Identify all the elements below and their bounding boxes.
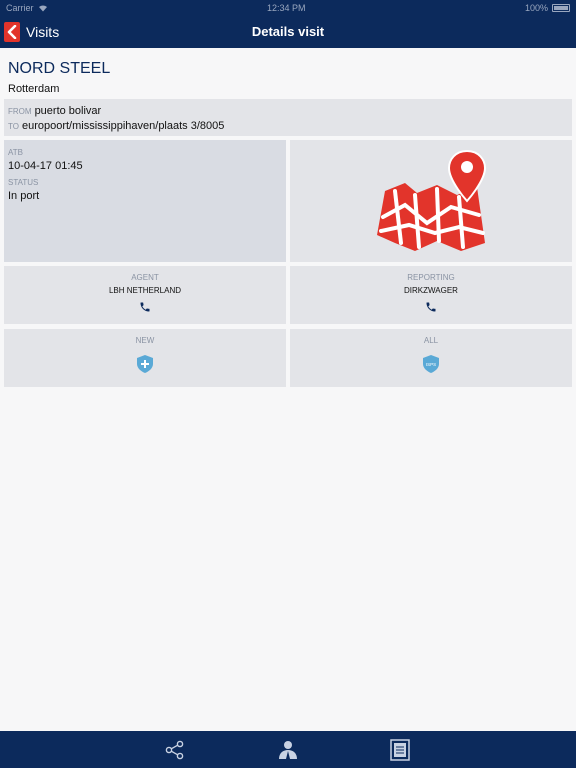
reporting-name: DIRKZWAGER xyxy=(404,286,458,295)
nav-bar: Visits Details visit xyxy=(0,16,576,48)
reporting-panel[interactable]: REPORTING DIRKZWAGER xyxy=(290,266,572,324)
new-label: NEW xyxy=(135,336,155,345)
status-label: STATUS xyxy=(8,178,39,187)
document-icon xyxy=(390,739,410,761)
phone-icon[interactable] xyxy=(139,301,151,313)
carrier-label: Carrier xyxy=(6,3,34,13)
route-panel: FROM puerto bolivar TO europoort/mississip… xyxy=(4,99,572,136)
map-button[interactable] xyxy=(290,140,572,262)
agent-panel[interactable]: AGENT LBH NETHERLAND xyxy=(4,266,286,324)
battery-percent: 100% xyxy=(524,3,548,13)
new-button[interactable]: NEW xyxy=(4,329,286,387)
all-label: ALL xyxy=(423,336,439,345)
tab-bar xyxy=(0,731,576,768)
route-from: FROM puerto bolivar xyxy=(8,104,568,119)
atb-value: 10-04-17 01:45 xyxy=(8,160,83,172)
atb-label: ATB xyxy=(8,148,23,157)
tab-share[interactable] xyxy=(162,737,188,763)
status-time: 12:34 PM xyxy=(266,3,306,13)
visit-info-panel: ATB 10-04-17 01:45 STATUS In port xyxy=(4,140,286,262)
people-icon xyxy=(279,741,297,759)
page-title: Details visit xyxy=(251,24,325,39)
status-left: Carrier xyxy=(6,3,48,13)
map-pin-icon xyxy=(377,149,487,251)
vessel-city: Rotterdam xyxy=(8,83,60,95)
agent-label: AGENT xyxy=(131,273,159,282)
reporting-label: REPORTING xyxy=(407,273,455,282)
share-icon xyxy=(165,740,184,760)
to-label: TO xyxy=(8,122,19,131)
from-value: puerto bolivar xyxy=(34,105,102,117)
battery-icon xyxy=(551,4,570,12)
tab-documents[interactable] xyxy=(387,737,413,763)
to-value: europoort/mississippihaven/plaats 3/8005 xyxy=(21,120,225,132)
status-bar: Carrier 12:34 PM 100% xyxy=(0,0,576,16)
agent-name: LBH NETHERLAND xyxy=(108,286,181,295)
from-label: FROM xyxy=(8,107,32,116)
route-to: TO europoort/mississippihaven/plaats 3/80… xyxy=(8,119,568,134)
all-button[interactable]: ALL ISPS xyxy=(290,329,572,387)
tab-contacts[interactable] xyxy=(275,737,301,763)
vessel-name: NORD STEEL xyxy=(8,60,111,77)
shield-plus-icon xyxy=(137,355,153,373)
phone-icon[interactable] xyxy=(425,301,437,313)
status-value: In port xyxy=(8,190,40,202)
isps-badge: ISPS xyxy=(426,362,436,367)
status-right: 100% xyxy=(525,3,570,13)
wifi-icon xyxy=(38,5,47,12)
shield-isps-icon: ISPS xyxy=(423,355,439,373)
